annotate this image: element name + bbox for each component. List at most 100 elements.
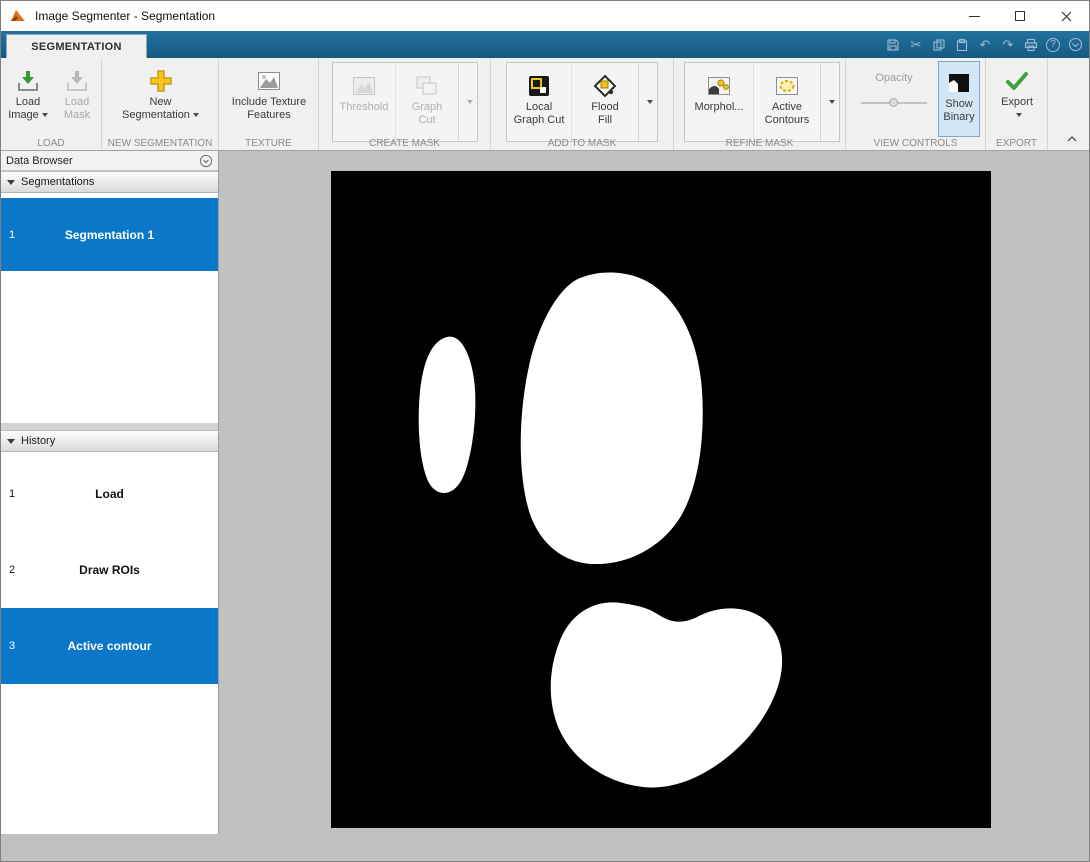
export-button[interactable]: Export bbox=[993, 60, 1041, 136]
section-refine-mask: Morphol... Active Contours REFINE MASK bbox=[674, 58, 846, 150]
window-controls bbox=[951, 1, 1089, 31]
load-image-label-2: Image bbox=[8, 109, 48, 122]
new-segmentation-button[interactable]: New Segmentation bbox=[114, 60, 207, 136]
maximize-button[interactable] bbox=[997, 1, 1043, 31]
new-segmentation-label-2: Segmentation bbox=[122, 109, 199, 122]
load-mask-button: Load Mask bbox=[54, 60, 100, 136]
toolstrip-tabbar: SEGMENTATION ✂ ↶ ↷ ? bbox=[1, 31, 1089, 58]
collapse-triangle-icon bbox=[7, 179, 15, 185]
quick-access-toolbar: ✂ ↶ ↷ ? bbox=[885, 31, 1083, 58]
segmentations-section-header[interactable]: Segmentations bbox=[1, 171, 218, 193]
create-mask-dropdown-button bbox=[458, 63, 477, 141]
texture-label-2: Features bbox=[247, 109, 291, 121]
row-label: Segmentation 1 bbox=[64, 227, 155, 242]
opacity-slider-thumb bbox=[889, 98, 898, 107]
data-browser-title: Data Browser bbox=[6, 154, 73, 167]
history-header-label: History bbox=[21, 435, 56, 447]
minimize-icon bbox=[968, 15, 980, 17]
segmentations-list[interactable]: 1 Segmentation 1 bbox=[1, 193, 218, 423]
section-add-to-mask: Local Graph Cut Flood Fill ADD TO MASK bbox=[491, 58, 674, 150]
export-label: Export bbox=[1001, 96, 1033, 108]
local-graph-cut-button[interactable]: Local Graph Cut bbox=[507, 63, 571, 141]
show-binary-button[interactable]: Show Binary bbox=[938, 61, 980, 137]
graph-cut-icon bbox=[414, 71, 440, 101]
cut-icon[interactable]: ✂ bbox=[908, 37, 924, 53]
panel-splitter[interactable] bbox=[1, 423, 218, 430]
create-mask-group: Threshold Graph Cut bbox=[332, 62, 478, 142]
texture-icon bbox=[256, 66, 282, 96]
history-row[interactable]: 1 Load bbox=[1, 456, 218, 532]
close-button[interactable] bbox=[1043, 1, 1089, 31]
morphology-button[interactable]: Morphol... bbox=[685, 63, 753, 141]
binary-mask-canvas[interactable] bbox=[331, 171, 991, 828]
redo-icon[interactable]: ↷ bbox=[1000, 37, 1016, 53]
include-texture-button[interactable]: Include Texture Features bbox=[224, 60, 314, 136]
local-graph-cut-label-1: Local bbox=[525, 101, 553, 113]
section-create-mask: Threshold Graph Cut CREATE MASK bbox=[319, 58, 491, 150]
paste-icon[interactable] bbox=[954, 37, 970, 53]
toolbar-expand-icon[interactable] bbox=[1067, 37, 1083, 53]
row-number: 2 bbox=[9, 564, 16, 576]
row-label: Draw ROIs bbox=[79, 563, 140, 577]
image-segmenter-window: Image Segmenter - Segmentation SEGMENTAT… bbox=[0, 0, 1090, 862]
show-binary-label-2: Binary bbox=[943, 111, 975, 123]
collapse-triangle-icon bbox=[7, 438, 15, 444]
section-new-segmentation: New Segmentation NEW SEGMENTATION bbox=[102, 58, 219, 150]
refine-mask-dropdown-button[interactable] bbox=[820, 63, 839, 141]
flood-fill-button[interactable]: Flood Fill bbox=[571, 63, 638, 141]
help-icon[interactable]: ? bbox=[1046, 37, 1060, 52]
section-label-texture: TEXTURE bbox=[245, 138, 292, 149]
undo-icon[interactable]: ↶ bbox=[977, 37, 993, 53]
show-binary-label-1: Show bbox=[945, 98, 973, 110]
save-icon[interactable] bbox=[885, 37, 901, 53]
history-row[interactable]: 3 Active contour bbox=[1, 608, 218, 684]
export-check-icon bbox=[1004, 66, 1030, 96]
section-label-add-to-mask: ADD TO MASK bbox=[547, 138, 617, 149]
segmentation-row[interactable]: 1 Segmentation 1 bbox=[1, 198, 218, 271]
flood-fill-label-2: Fill bbox=[597, 114, 613, 126]
graph-cut-button: Graph Cut bbox=[395, 63, 458, 141]
window-title: Image Segmenter - Segmentation bbox=[35, 9, 216, 23]
morphology-icon bbox=[706, 71, 732, 101]
dropdown-caret-icon bbox=[41, 113, 48, 117]
row-number: 1 bbox=[9, 228, 16, 241]
new-segmentation-icon bbox=[148, 66, 174, 96]
section-export: Export EXPORT bbox=[986, 58, 1048, 150]
collapse-ribbon-button[interactable] bbox=[1063, 132, 1081, 146]
print-icon[interactable] bbox=[1023, 37, 1039, 53]
history-row[interactable]: 2 Draw ROIs bbox=[1, 532, 218, 608]
row-label: Active contour bbox=[67, 639, 152, 653]
history-list[interactable]: 1 Load 2 Draw ROIs 3 Active contour bbox=[1, 452, 218, 834]
load-mask-label-2: Mask bbox=[63, 109, 91, 121]
active-contours-button[interactable]: Active Contours bbox=[753, 63, 820, 141]
tab-segmentation[interactable]: SEGMENTATION bbox=[6, 34, 147, 58]
dropdown-caret-icon bbox=[646, 100, 653, 104]
close-icon bbox=[1061, 11, 1071, 21]
opacity-slider bbox=[861, 98, 927, 108]
texture-label-1: Include Texture bbox=[231, 96, 307, 108]
dropdown-caret-icon bbox=[466, 100, 473, 104]
dropdown-caret-icon bbox=[192, 113, 199, 117]
morphology-label: Morphol... bbox=[694, 101, 744, 113]
history-section-header[interactable]: History bbox=[1, 430, 218, 452]
add-to-mask-dropdown-button[interactable] bbox=[638, 63, 657, 141]
load-image-button[interactable]: Load Image bbox=[3, 60, 53, 136]
active-contours-label-1: Active bbox=[772, 101, 802, 113]
local-graph-cut-label-2: Graph Cut bbox=[513, 114, 565, 126]
flood-fill-label-1: Flood bbox=[591, 101, 619, 113]
section-label-new-segmentation: NEW SEGMENTATION bbox=[107, 138, 213, 149]
export-caret-line bbox=[1013, 109, 1022, 122]
minimize-button[interactable] bbox=[951, 1, 997, 31]
opacity-label: Opacity bbox=[875, 72, 913, 84]
threshold-icon bbox=[351, 71, 377, 101]
copy-icon[interactable] bbox=[931, 37, 947, 53]
add-to-mask-group: Local Graph Cut Flood Fill bbox=[506, 62, 658, 142]
binary-mask-image bbox=[418, 272, 783, 788]
graph-cut-label-1: Graph bbox=[411, 101, 443, 113]
toolstrip-ribbon: Load Image Load Mask LOAD New Segmentati… bbox=[1, 58, 1089, 151]
panel-actions-icon[interactable] bbox=[199, 154, 213, 171]
row-number: 1 bbox=[9, 488, 16, 500]
maximize-icon bbox=[1015, 11, 1025, 21]
show-binary-icon bbox=[946, 68, 972, 98]
section-view-controls: Opacity Show Binary VIEW CONTROLS bbox=[846, 58, 986, 150]
